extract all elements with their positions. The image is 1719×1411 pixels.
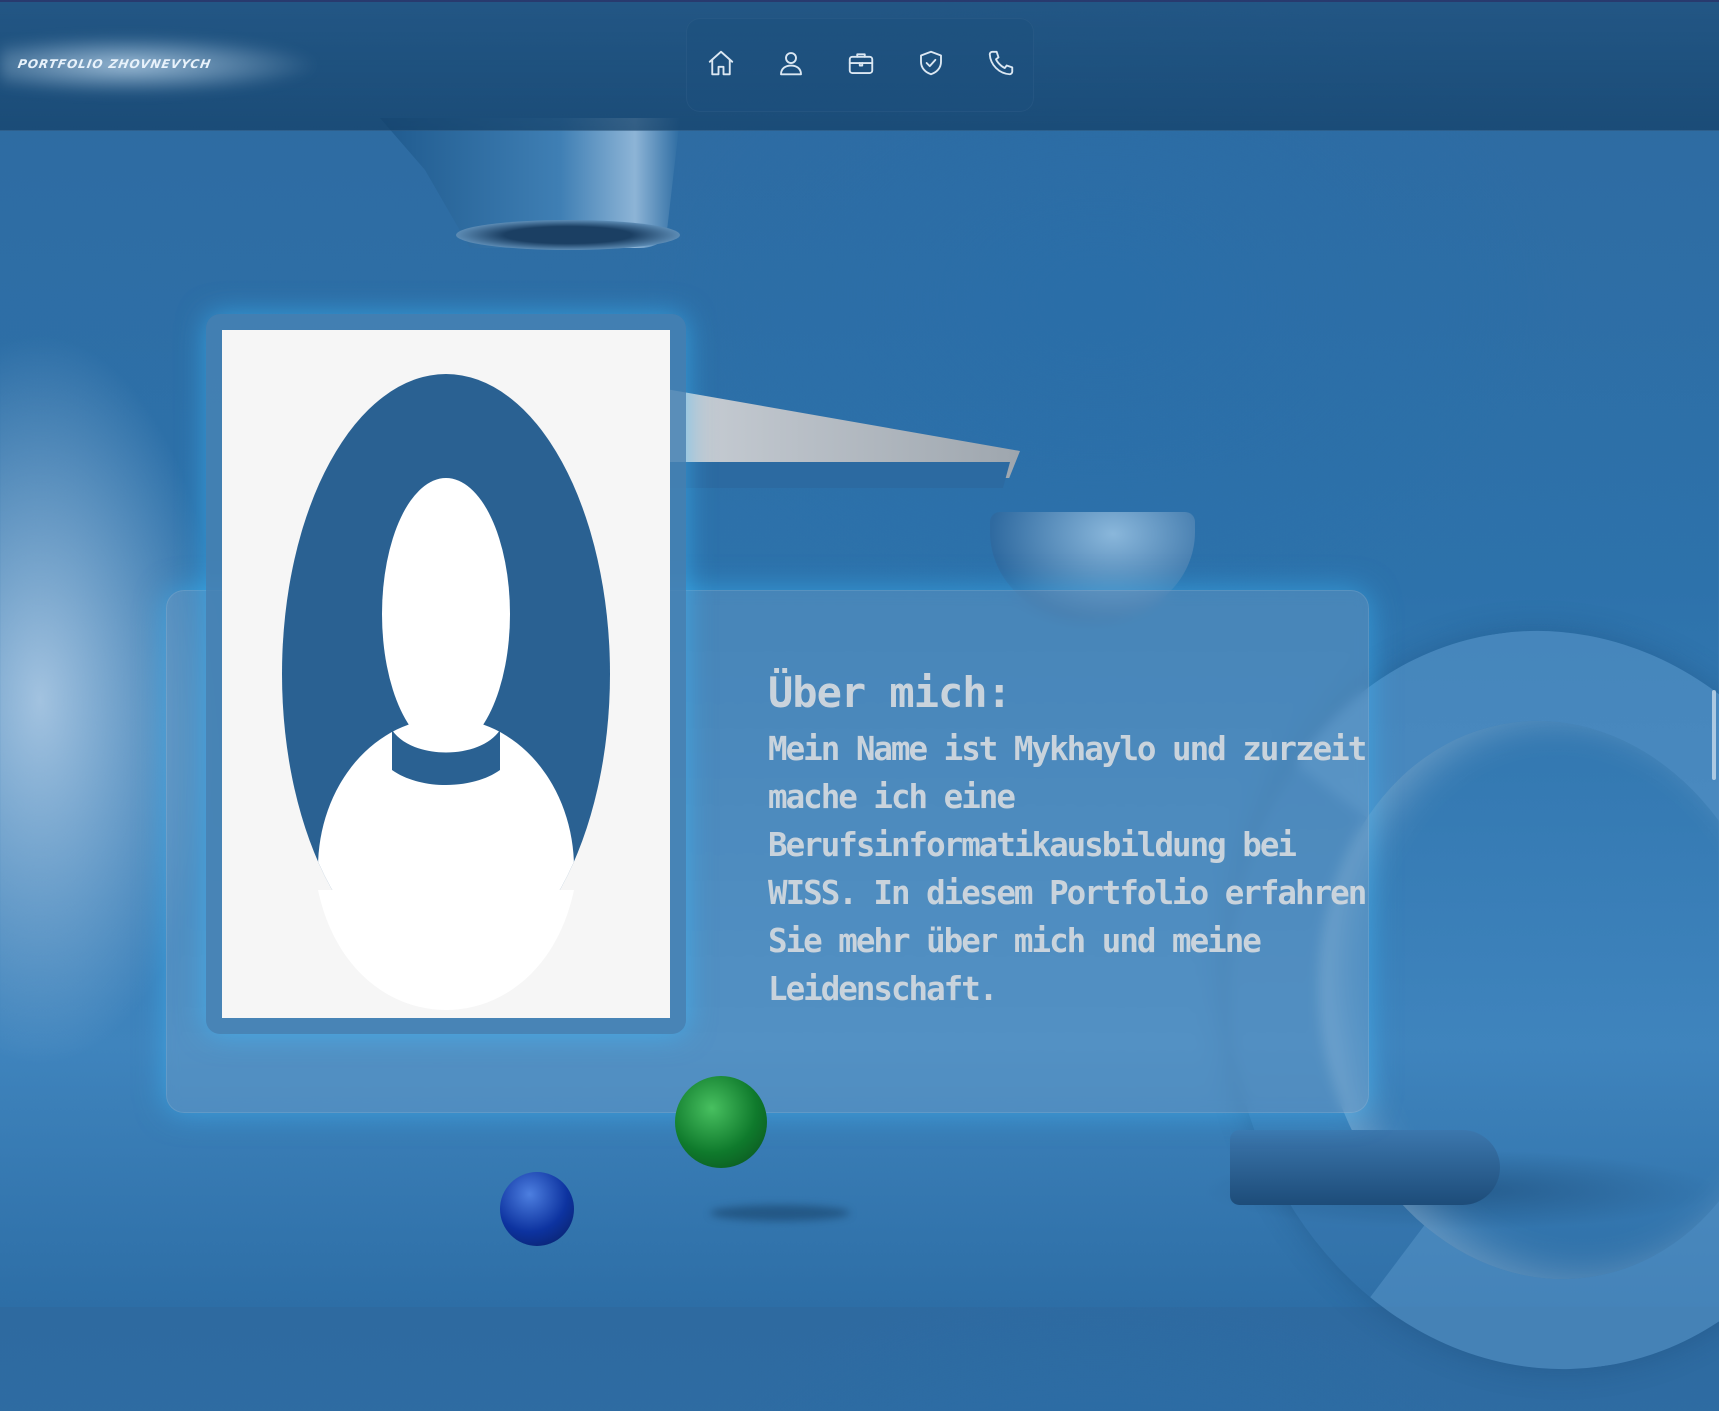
shield-check-icon bbox=[916, 48, 946, 82]
nav-home[interactable] bbox=[704, 48, 738, 82]
home-icon bbox=[706, 48, 736, 82]
decorative-wedge-base bbox=[660, 462, 1010, 488]
decorative-blue-ball bbox=[500, 1172, 574, 1246]
about-description: Mein Name ist Mykhaylo und zurzeit mache… bbox=[768, 730, 1367, 1008]
site-header: PORTFOLIO ZHOVNEVYCH bbox=[0, 0, 1719, 131]
decorative-green-ball bbox=[675, 1076, 767, 1168]
briefcase-icon bbox=[846, 48, 876, 82]
page-scrollbar[interactable] bbox=[1712, 690, 1716, 780]
user-icon bbox=[776, 48, 806, 82]
profile-photo-frame bbox=[206, 314, 686, 1034]
about-text-block: Über mich: Mein Name ist Mykhaylo und zu… bbox=[768, 668, 1368, 1013]
nav-skills[interactable] bbox=[914, 48, 948, 82]
avatar-placeholder-icon bbox=[282, 374, 610, 1010]
nav-projects[interactable] bbox=[844, 48, 878, 82]
decorative-ball-shadow bbox=[710, 1205, 850, 1221]
nav-contact[interactable] bbox=[984, 48, 1018, 82]
site-logo[interactable]: PORTFOLIO ZHOVNEVYCH bbox=[17, 57, 213, 71]
main-nav bbox=[686, 18, 1034, 112]
decorative-pipe-ring bbox=[456, 220, 680, 250]
profile-photo bbox=[222, 330, 670, 1018]
decorative-torus-end bbox=[1230, 1130, 1500, 1205]
phone-icon bbox=[986, 48, 1016, 82]
nav-about[interactable] bbox=[774, 48, 808, 82]
about-title: Über mich: bbox=[768, 668, 1012, 717]
